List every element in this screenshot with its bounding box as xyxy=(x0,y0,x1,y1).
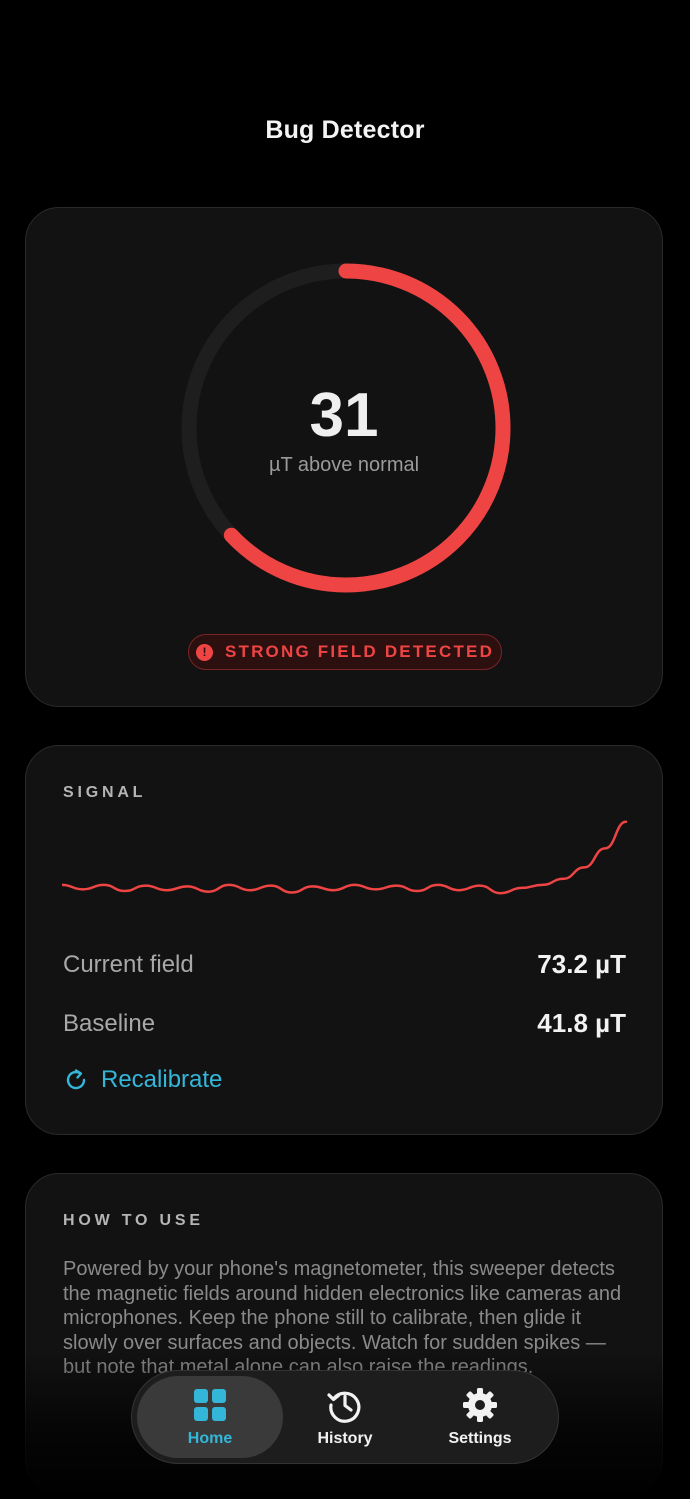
baseline-value: 41.8 µT xyxy=(537,1008,626,1038)
gear-icon xyxy=(463,1388,497,1422)
current-field-label: Current field xyxy=(63,950,194,978)
current-field-row: Current field 73.2 µT xyxy=(63,949,626,980)
status-badge: ! STRONG FIELD DETECTED xyxy=(188,634,502,670)
signal-section-label: SIGNAL xyxy=(63,784,147,801)
current-field-value: 73.2 µT xyxy=(537,949,626,979)
alert-icon: ! xyxy=(195,643,213,661)
tab-history[interactable]: History xyxy=(272,1376,418,1458)
gauge-unit: µT above normal xyxy=(268,454,420,476)
tab-home[interactable]: Home xyxy=(137,1376,283,1458)
signal-card: SIGNAL Current field 73.2 µT Baseline 41… xyxy=(25,745,663,1135)
tab-settings-label: Settings xyxy=(448,1430,512,1447)
status-badge-text: STRONG FIELD DETECTED xyxy=(224,642,495,661)
tab-home-label: Home xyxy=(187,1430,233,1447)
recalibrate-button[interactable]: Recalibrate xyxy=(63,1066,222,1094)
signal-chart xyxy=(62,820,628,895)
refresh-icon xyxy=(66,1069,86,1090)
baseline-label: Baseline xyxy=(63,1009,156,1037)
history-icon xyxy=(327,1391,361,1423)
signal-line xyxy=(62,820,628,895)
recalibrate-label: Recalibrate xyxy=(101,1066,223,1093)
page-title: Bug Detector xyxy=(265,116,425,144)
tab-bar: Home History Settings xyxy=(131,1370,559,1464)
tab-history-label: History xyxy=(317,1430,373,1447)
baseline-row: Baseline 41.8 µT xyxy=(63,1008,626,1039)
how-to-section-label: HOW TO USE xyxy=(63,1212,204,1229)
gauge-value: 31 xyxy=(309,381,379,450)
grid-icon xyxy=(194,1389,226,1421)
gauge-card: 31 µT above normal ! STRONG FIELD DETECT… xyxy=(25,207,663,707)
tab-settings[interactable]: Settings xyxy=(407,1376,553,1458)
